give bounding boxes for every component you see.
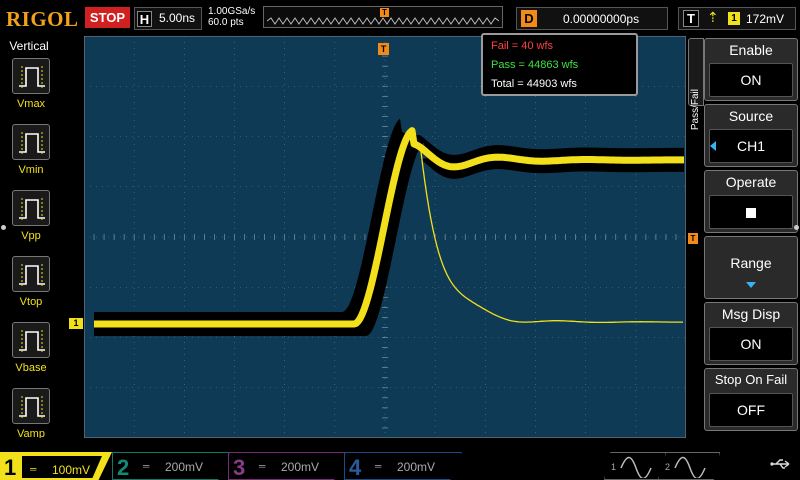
timebase-value: 5.00ns xyxy=(159,11,196,25)
horizontal-label: H xyxy=(137,11,152,27)
measure-vtop-label: Vtop xyxy=(19,296,43,308)
source-1-tab[interactable]: 1 xyxy=(604,452,666,480)
menu-range[interactable]: Range xyxy=(704,236,798,299)
menu-msg-disp-value: ON xyxy=(709,327,793,361)
usb-icon xyxy=(770,459,790,469)
channel-4-tab[interactable]: 4 ═ 200mV xyxy=(344,452,462,480)
sampling-info: 1.00GSa/s 60.0 pts xyxy=(208,6,255,28)
pulse-measure-icon xyxy=(19,330,45,352)
channel-2-number: 2 xyxy=(117,455,130,480)
measure-vmax-label: Vmax xyxy=(16,98,46,110)
pass-fail-menu: Pass/Fail Enable ON Source CH1 Operate R… xyxy=(688,38,800,436)
dc-coupling-icon: ═ xyxy=(143,461,150,471)
measure-vbase-button[interactable] xyxy=(12,322,50,358)
rising-edge-icon: ⇡ xyxy=(707,9,719,25)
trigger-position-marker[interactable]: T xyxy=(378,43,389,55)
menu-title-tab[interactable]: Pass/Fail xyxy=(688,38,704,130)
trigger-source: 1 xyxy=(728,12,740,25)
menu-stop-on-fail-value: OFF xyxy=(709,393,793,427)
pass-fail-statistics: Fail = 40 wfs Pass = 44863 wfs Total = 4… xyxy=(481,33,638,96)
pulse-measure-icon xyxy=(19,198,45,220)
source-2-number: 2 xyxy=(665,462,671,472)
memory-points: 60.0 pts xyxy=(208,17,244,28)
dc-coupling-icon: ═ xyxy=(30,464,37,474)
measure-vpp-button[interactable] xyxy=(12,190,50,226)
channel-1-scale: 100mV xyxy=(52,463,91,477)
menu-source-label: Source xyxy=(728,108,774,124)
graticule xyxy=(84,36,686,438)
measure-vmax-button[interactable] xyxy=(12,58,50,94)
source-1-number: 1 xyxy=(611,462,617,472)
sine-wave-icon xyxy=(620,456,652,478)
pulse-measure-icon xyxy=(19,264,45,286)
pass-count: Pass = 44863 wfs xyxy=(491,59,579,71)
menu-operate-label: Operate xyxy=(725,174,777,190)
menu-msg-disp[interactable]: Msg Disp ON xyxy=(704,302,798,365)
delay-readout[interactable]: D 0.00000000ps xyxy=(516,7,668,30)
horizontal-timebase[interactable]: H 5.00ns xyxy=(134,7,202,30)
ch1-offset-marker[interactable]: 1 xyxy=(69,318,83,329)
sine-wave-icon xyxy=(674,456,706,478)
left-edge-indicator xyxy=(1,225,6,230)
fail-count: Fail = 40 wfs xyxy=(491,40,554,52)
menu-stop-on-fail-label: Stop On Fail xyxy=(714,372,788,387)
memory-waveform-icon xyxy=(267,17,499,25)
menu-msg-disp-label: Msg Disp xyxy=(721,306,781,322)
select-arrow-icon xyxy=(710,141,716,151)
channel-bar: 1 ═ 100mV 2 ═ 200mV 3 ═ 200mV 4 ═ 200mV … xyxy=(0,438,800,480)
stop-square-icon xyxy=(746,208,756,219)
menu-stop-on-fail[interactable]: Stop On Fail OFF xyxy=(704,368,798,431)
waveform-display[interactable] xyxy=(84,36,686,438)
menu-source-value: CH1 xyxy=(709,129,793,163)
pulse-measure-icon xyxy=(19,66,45,88)
menu-enable-value: ON xyxy=(709,63,793,97)
channel-2-scale: 200mV xyxy=(165,460,204,474)
submenu-arrow-icon xyxy=(746,282,756,288)
channel-2-tab[interactable]: 2 ═ 200mV xyxy=(112,452,230,480)
dc-coupling-icon: ═ xyxy=(375,461,382,471)
top-status-bar: RIGOL STOP H 5.00ns 1.00GSa/s 60.0 pts T… xyxy=(0,0,800,36)
channel-3-number: 3 xyxy=(233,455,246,480)
measure-vbase-label: Vbase xyxy=(15,362,47,374)
memory-position-bar[interactable]: T xyxy=(263,6,503,28)
channel-1-number: 1 xyxy=(4,455,17,480)
menu-title: Pass/Fail xyxy=(690,89,701,131)
run-stop-indicator[interactable]: STOP xyxy=(85,7,130,28)
trigger-readout[interactable]: T ⇡ 1 172mV xyxy=(678,7,796,30)
sample-rate: 1.00GSa/s xyxy=(208,6,256,17)
channel-3-scale: 200mV xyxy=(281,460,320,474)
source-2-tab[interactable]: 2 xyxy=(658,452,720,480)
measure-vtop-button[interactable] xyxy=(12,256,50,292)
pulse-measure-icon xyxy=(19,132,45,154)
delay-label: D xyxy=(521,10,537,27)
channel-4-number: 4 xyxy=(349,455,362,480)
measure-vpp-label: Vpp xyxy=(21,230,41,242)
measure-vmin-label: Vmin xyxy=(18,164,44,176)
measure-vamp-button[interactable] xyxy=(12,388,50,424)
right-edge-indicator xyxy=(794,225,799,230)
menu-enable[interactable]: Enable ON xyxy=(704,38,798,101)
channel-1-tab[interactable]: 1 ═ 100mV xyxy=(0,452,112,480)
trigger-level: 172mV xyxy=(746,12,785,26)
menu-source[interactable]: Source CH1 xyxy=(704,104,798,167)
memory-trigger-marker: T xyxy=(380,8,389,17)
menu-range-label: Range xyxy=(730,255,772,271)
channel-4-scale: 200mV xyxy=(397,460,436,474)
menu-operate[interactable]: Operate xyxy=(704,170,798,233)
pulse-measure-icon xyxy=(19,396,45,418)
menu-operate-value xyxy=(709,195,793,229)
brand-logo: RIGOL xyxy=(6,7,79,31)
measure-vmin-button[interactable] xyxy=(12,124,50,160)
channel-3-tab[interactable]: 3 ═ 200mV xyxy=(228,452,346,480)
trigger-label: T xyxy=(683,10,699,27)
total-count: Total = 44903 wfs xyxy=(491,78,577,90)
menu-enable-label: Enable xyxy=(729,42,773,58)
trigger-level-marker[interactable]: T xyxy=(688,233,698,244)
measurement-category[interactable]: Vertical xyxy=(0,39,58,53)
delay-value: 0.00000000ps xyxy=(563,12,640,26)
dc-coupling-icon: ═ xyxy=(259,461,266,471)
measurement-panel: Vertical Vmax Vmin Vpp Vtop Vbase Vamp xyxy=(0,36,58,452)
